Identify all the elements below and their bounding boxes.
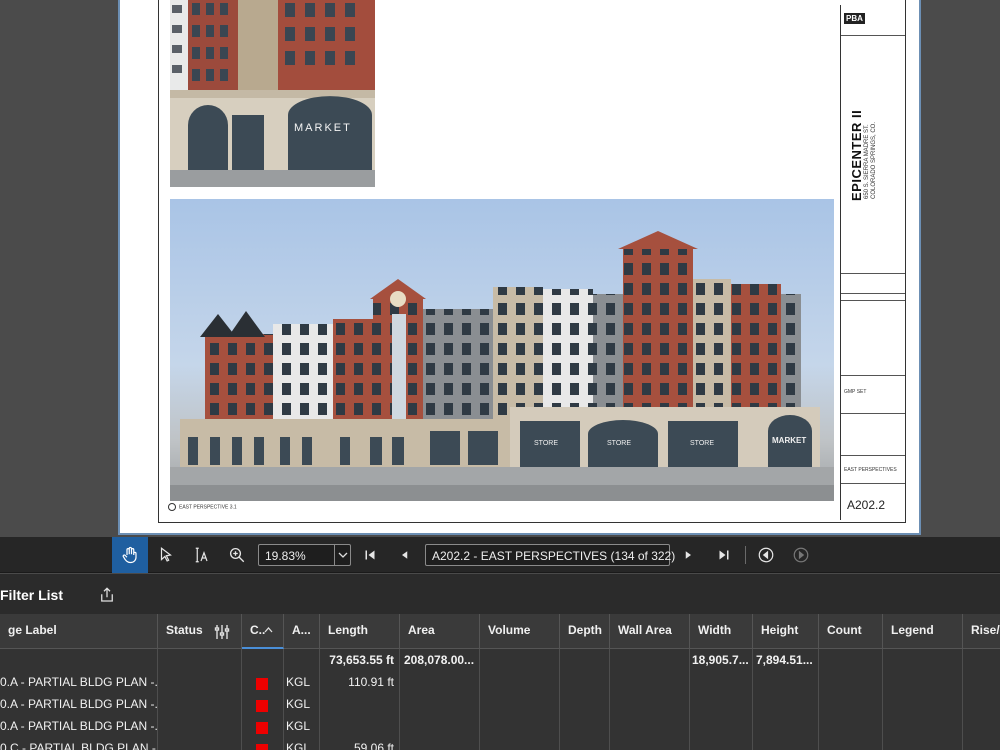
sheet-title: EAST PERSPECTIVES bbox=[844, 467, 897, 473]
column-status[interactable]: Status bbox=[158, 614, 242, 649]
toolbar-divider bbox=[745, 546, 746, 564]
total-width: 18,905.7... bbox=[692, 653, 749, 667]
column-author[interactable]: A... bbox=[284, 614, 320, 649]
row-author: KGL bbox=[286, 675, 311, 689]
zoom-in-icon bbox=[229, 547, 245, 563]
chevron-down-icon[interactable] bbox=[334, 545, 350, 565]
hand-icon bbox=[122, 546, 137, 564]
project-address-line1: 650 S. SIERRA MADRE ST. bbox=[864, 124, 870, 199]
column-count[interactable]: Count bbox=[819, 614, 883, 649]
color-swatch bbox=[256, 678, 268, 690]
viewer-toolbar: 19.83% A202.2 - EAST PERSPECTIVES (134 o… bbox=[0, 537, 1000, 573]
previous-page-button[interactable] bbox=[387, 537, 423, 573]
document-viewer[interactable]: MARKET STORE STORE STORE MARKET PBA EPIC… bbox=[0, 0, 1000, 537]
market-sign-main: MARKET bbox=[772, 436, 806, 445]
next-view-button[interactable] bbox=[783, 537, 819, 573]
color-swatch bbox=[256, 722, 268, 734]
column-page-label[interactable]: ge Label bbox=[0, 614, 158, 649]
column-depth[interactable]: Depth bbox=[560, 614, 610, 649]
color-swatch bbox=[256, 700, 268, 712]
store-sign-3: STORE bbox=[690, 440, 714, 447]
project-title: EPICENTER II 650 S. SIERRA MADRE ST. COL… bbox=[849, 1, 878, 201]
pan-tool-button[interactable] bbox=[112, 537, 148, 573]
filter-sliders-icon[interactable] bbox=[214, 624, 230, 640]
first-page-button[interactable] bbox=[352, 537, 388, 573]
text-cursor-icon bbox=[195, 547, 208, 563]
table-row[interactable]: 0.A - PARTIAL BLDG PLAN -... KGL bbox=[0, 715, 1000, 737]
view-caption: EAST PERSPECTIVE 3.1 bbox=[168, 503, 237, 511]
title-block: PBA EPICENTER II 650 S. SIERRA MADRE ST.… bbox=[840, 5, 905, 520]
column-legend[interactable]: Legend bbox=[883, 614, 963, 649]
row-page-label: 0.A - PARTIAL BLDG PLAN -... bbox=[0, 719, 157, 733]
set-label: GMP SET bbox=[844, 389, 867, 395]
filter-list-header: Filter List bbox=[0, 574, 1000, 614]
export-icon[interactable] bbox=[98, 586, 116, 604]
next-page-icon bbox=[685, 551, 691, 559]
column-height[interactable]: Height bbox=[753, 614, 819, 649]
row-length bbox=[320, 715, 400, 737]
previous-view-button[interactable] bbox=[748, 537, 784, 573]
row-length: 110.91 ft bbox=[348, 675, 394, 689]
row-length: 59.06 ft bbox=[353, 741, 394, 750]
total-length: 73,653.55 ft bbox=[329, 653, 394, 667]
totals-row: 73,653.55 ft 208,078.00... 18,905.7... 7… bbox=[0, 649, 1000, 671]
drawing-sheet: MARKET STORE STORE STORE MARKET PBA EPIC… bbox=[120, 0, 919, 533]
column-volume[interactable]: Volume bbox=[480, 614, 560, 649]
column-length[interactable]: Length bbox=[320, 614, 400, 649]
table-row[interactable]: 0.A - PARTIAL BLDG PLAN -... KGL 110.91 … bbox=[0, 671, 1000, 693]
next-page-button[interactable] bbox=[670, 537, 706, 573]
column-color[interactable]: C.. bbox=[242, 614, 284, 649]
project-name: EPICENTER II bbox=[849, 109, 864, 201]
page-selector[interactable]: A202.2 - EAST PERSPECTIVES (134 of 322) bbox=[425, 544, 675, 566]
sort-ascending-icon bbox=[264, 627, 273, 633]
perspective-render-main: STORE STORE STORE MARKET bbox=[170, 199, 834, 501]
column-wall-area[interactable]: Wall Area bbox=[610, 614, 690, 649]
last-page-icon bbox=[719, 550, 729, 560]
zoom-value: 19.83% bbox=[265, 549, 306, 563]
store-sign-2: STORE bbox=[607, 440, 631, 447]
row-author: KGL bbox=[286, 697, 311, 711]
zoom-tool-button[interactable] bbox=[219, 537, 255, 573]
table-row[interactable]: 0.C - PARTIAL BLDG PLAN -... KGL 59.06 f… bbox=[0, 737, 1000, 750]
row-page-label: 0.C - PARTIAL BLDG PLAN -... bbox=[0, 741, 157, 750]
markups-table[interactable]: ge Label Status C.. A... Length Area Vol… bbox=[0, 614, 1000, 750]
row-author: KGL bbox=[286, 741, 311, 750]
table-row[interactable]: 0.A - PARTIAL BLDG PLAN -... KGL bbox=[0, 693, 1000, 715]
last-page-button[interactable] bbox=[706, 537, 742, 573]
filter-list-title: Filter List bbox=[0, 587, 64, 603]
row-page-label: 0.A - PARTIAL BLDG PLAN -... bbox=[0, 675, 157, 689]
table-header: ge Label Status C.. A... Length Area Vol… bbox=[0, 614, 1000, 649]
text-select-tool-button[interactable] bbox=[183, 537, 219, 573]
first-page-icon bbox=[365, 550, 375, 560]
color-swatch bbox=[256, 744, 268, 750]
row-page-label: 0.A - PARTIAL BLDG PLAN -... bbox=[0, 697, 157, 711]
select-tool-button[interactable] bbox=[148, 537, 184, 573]
row-author: KGL bbox=[286, 719, 311, 733]
store-sign-1: STORE bbox=[534, 440, 558, 447]
zoom-level-select[interactable]: 19.83% bbox=[258, 544, 351, 566]
perspective-render-top: MARKET bbox=[170, 0, 375, 187]
project-address-line2: COLORADO SPRINGS, CO. bbox=[871, 121, 877, 199]
column-width[interactable]: Width bbox=[690, 614, 753, 649]
column-area[interactable]: Area bbox=[400, 614, 480, 649]
market-sign-top: MARKET bbox=[294, 122, 352, 134]
previous-page-icon bbox=[402, 551, 408, 559]
cursor-arrow-icon bbox=[160, 547, 172, 562]
back-circle-icon bbox=[758, 547, 774, 563]
total-area: 208,078.00... bbox=[404, 653, 475, 667]
forward-circle-icon bbox=[793, 547, 809, 563]
column-rise-run[interactable]: Rise/R bbox=[963, 614, 1000, 649]
sheet-number: A202.2 bbox=[847, 498, 886, 512]
row-length bbox=[320, 693, 400, 715]
total-height: 7,894.51... bbox=[756, 653, 813, 667]
